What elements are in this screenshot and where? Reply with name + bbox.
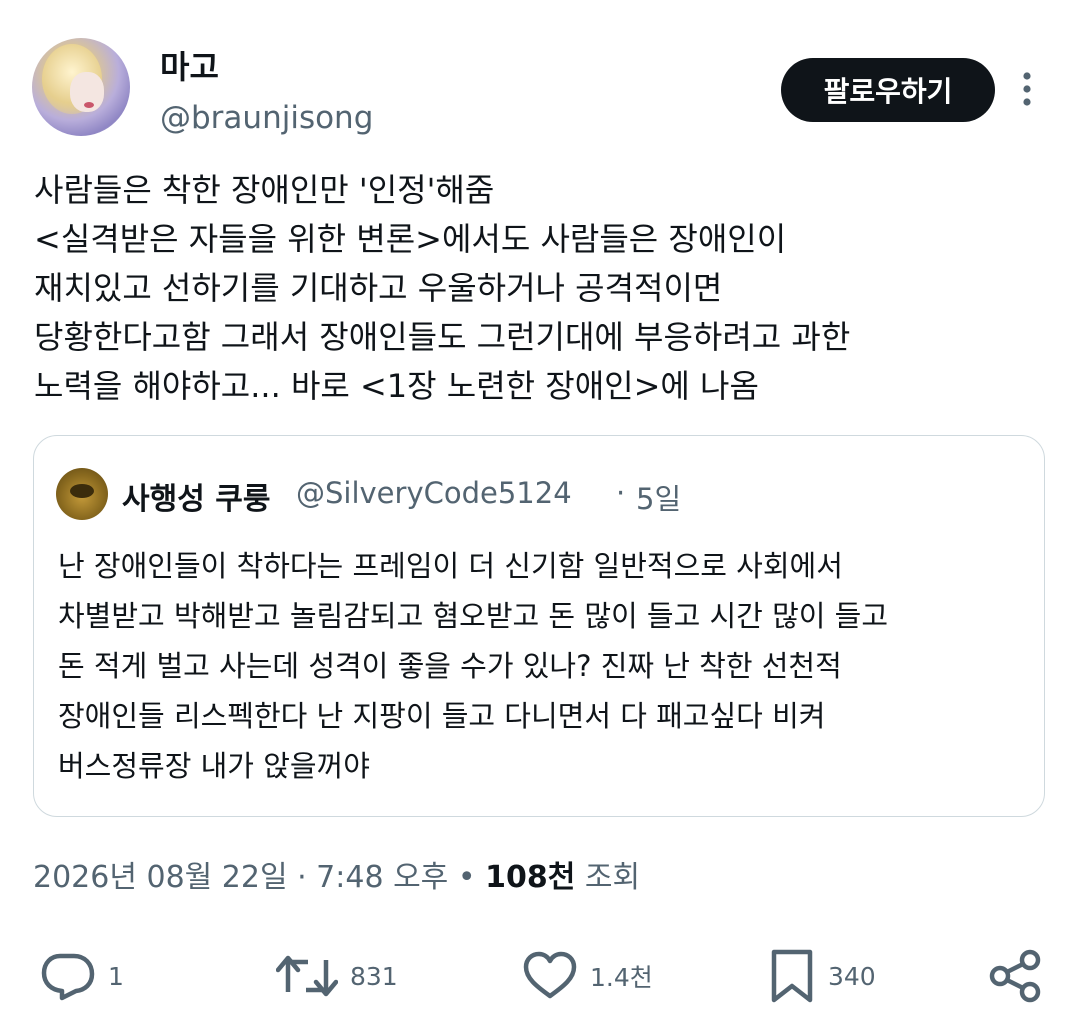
quoted-tweet-card[interactable]: 사행성 쿠룽 @SilveryCode5124 · 5일 난 장애인들이 착하다… [33, 435, 1045, 817]
tweet-timestamp[interactable]: 2026년 08월 22일 · 7:48 오후 [33, 860, 448, 895]
reply-count: 1 [108, 961, 124, 991]
more-vertical-icon[interactable] [1010, 70, 1044, 110]
quoted-author-avatar[interactable] [56, 468, 108, 520]
reply-icon [41, 953, 95, 1001]
like-button[interactable]: 1.4천 [522, 948, 653, 1004]
author-avatar[interactable] [32, 38, 130, 136]
quoted-separator: · [616, 476, 626, 510]
quoted-author-name[interactable]: 사행성 쿠룽 [122, 474, 270, 518]
bookmark-button[interactable]: 340 [768, 948, 876, 1004]
meta-bullet: • [457, 860, 476, 895]
retweet-count: 831 [350, 961, 398, 991]
views-count: 108천 [485, 860, 576, 895]
bookmark-count: 340 [828, 961, 876, 991]
reply-button[interactable]: 1 [40, 948, 124, 1004]
retweet-button[interactable]: 831 [276, 948, 398, 1004]
avatar-lip [84, 102, 94, 108]
follow-button[interactable]: 팔로우하기 [781, 58, 995, 122]
share-button[interactable] [988, 948, 1044, 1004]
share-icon [989, 949, 1041, 1003]
retweet-icon [276, 955, 338, 997]
views-label: 조회 [584, 860, 641, 895]
author-display-name[interactable]: 마고 [160, 42, 219, 88]
tweet-meta-row: 2026년 08월 22일 · 7:48 오후 • 108천 조회 [33, 852, 640, 896]
like-count: 1.4천 [590, 963, 653, 992]
quoted-timestamp[interactable]: 5일 [636, 476, 681, 518]
quoted-tweet-text: 난 장애인들이 착하다는 프레임이 더 신기함 일반적으로 사회에서 차별받고 … [58, 549, 889, 783]
quoted-author-handle[interactable]: @SilveryCode5124 [296, 476, 572, 510]
heart-icon [523, 951, 577, 999]
author-handle[interactable]: @braunjisong [160, 100, 373, 136]
bookmark-icon [771, 949, 813, 1003]
tweet-text: 사람들은 착한 장애인만 '인정'해줌 <실격받은 자들을 위한 변론>에서도 … [34, 171, 851, 405]
